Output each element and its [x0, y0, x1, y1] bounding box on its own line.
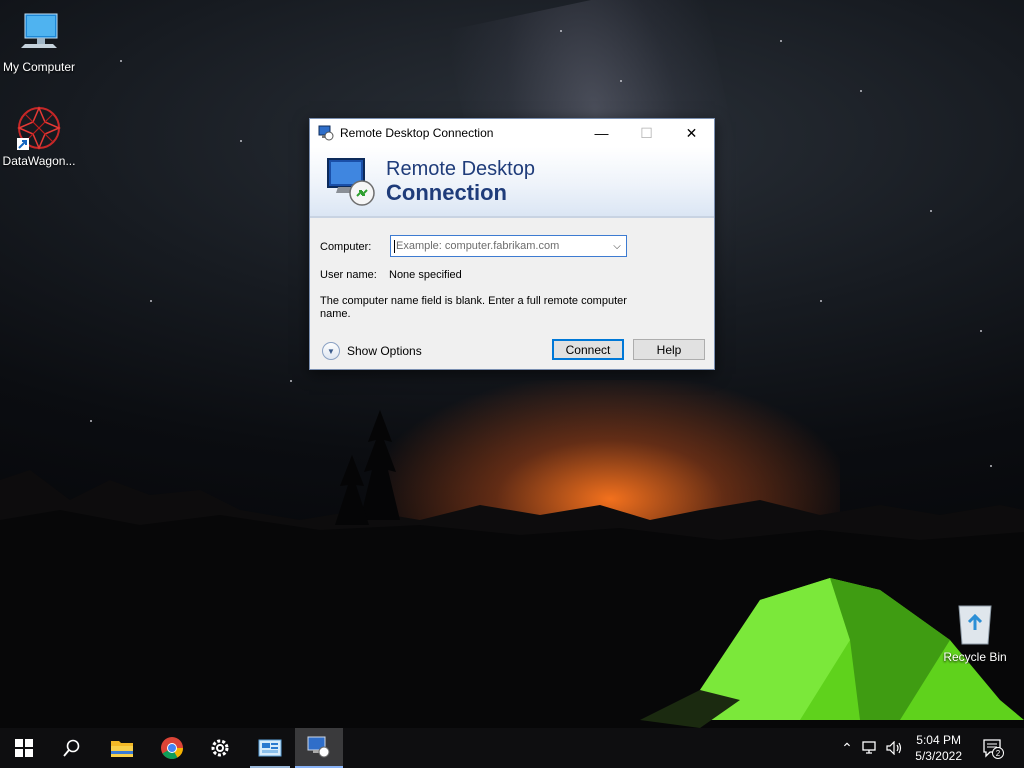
banner-title-line2: Connection	[386, 180, 507, 205]
remote-desktop-taskbar-button[interactable]	[295, 728, 343, 768]
start-icon	[15, 739, 33, 757]
clock[interactable]: 5:04 PM 5/3/2022	[915, 732, 962, 764]
desktop-icon-label: My Computer	[2, 60, 76, 74]
username-value: None specified	[389, 269, 462, 281]
dialog-titlebar[interactable]: Remote Desktop Connection — ☐ ✕	[310, 119, 714, 147]
computer-input-placeholder[interactable]: Example: computer.fabrikam.com	[396, 240, 608, 252]
computer-combobox[interactable]: Example: computer.fabrikam.com ⌵	[390, 235, 627, 257]
connect-button[interactable]: Connect	[552, 339, 624, 360]
desktop-icon-datawagon[interactable]: DataWagon...	[0, 104, 78, 168]
settings-button[interactable]	[196, 728, 244, 768]
chevron-up-icon: ⌃	[841, 739, 853, 756]
dialog-banner: Remote Desktop Connection	[310, 147, 714, 218]
datawagon-shortcut-icon	[17, 106, 61, 150]
clock-time: 5:04 PM	[916, 733, 961, 747]
volume-tray-button[interactable]	[884, 728, 906, 768]
expand-chevron-icon: ▼	[322, 342, 340, 360]
search-button[interactable]	[48, 728, 96, 768]
settings-icon	[211, 739, 229, 757]
network-icon	[862, 741, 876, 754]
remote-desktop-dialog: Remote Desktop Connection — ☐ ✕ Remote D…	[309, 118, 715, 370]
clock-date: 5/3/2022	[915, 749, 962, 763]
desktop-icon-label: DataWagon...	[2, 154, 76, 168]
username-label: User name:	[320, 269, 377, 281]
search-icon	[63, 739, 80, 757]
taskbar: ⌃ 5:04 PM 5/3/2022 2	[0, 728, 1024, 768]
server-manager-button[interactable]	[246, 728, 294, 768]
close-icon: ✕	[685, 124, 698, 141]
server-manager-icon	[258, 739, 282, 757]
computer-icon	[21, 13, 58, 48]
notification-icon: 2	[983, 739, 1004, 759]
action-center-button[interactable]: 2	[978, 728, 1008, 768]
close-button[interactable]: ✕	[669, 119, 714, 147]
volume-icon	[886, 741, 902, 755]
notification-count: 2	[996, 749, 1001, 758]
file-explorer-icon	[111, 741, 133, 757]
chrome-icon	[161, 737, 183, 759]
help-button[interactable]: Help	[633, 339, 705, 360]
text-caret	[394, 239, 395, 253]
minimize-button[interactable]: —	[579, 119, 624, 147]
remote-desktop-icon	[307, 736, 330, 758]
recycle-bin-icon	[958, 605, 992, 645]
show-options-toggle[interactable]: ▼ Show Options	[322, 342, 422, 360]
desktop-icon-label: Recycle Bin	[943, 650, 1007, 664]
landscape	[0, 410, 1024, 768]
chevron-down-icon[interactable]: ⌵	[608, 241, 626, 252]
remote-desktop-app-icon	[318, 125, 334, 141]
show-hidden-icons-button[interactable]: ⌃	[838, 728, 856, 768]
desktop-icon-my-computer[interactable]: My Computer	[0, 10, 78, 74]
start-button[interactable]	[0, 728, 48, 768]
file-explorer-button[interactable]	[98, 728, 146, 768]
info-message: The computer name field is blank. Enter …	[320, 295, 627, 320]
remote-desktop-logo-icon	[327, 158, 375, 206]
chrome-button[interactable]	[148, 728, 196, 768]
maximize-button[interactable]: ☐	[624, 119, 669, 147]
network-tray-button[interactable]	[860, 728, 882, 768]
dialog-title: Remote Desktop Connection	[340, 126, 494, 140]
computer-label: Computer:	[320, 241, 372, 253]
desktop-icon-recycle-bin[interactable]: Recycle Bin	[936, 600, 1014, 664]
minimize-icon: —	[594, 125, 609, 141]
show-options-label: Show Options	[347, 344, 422, 358]
maximize-icon: ☐	[640, 124, 653, 141]
banner-title-line1: Remote Desktop	[386, 158, 535, 180]
